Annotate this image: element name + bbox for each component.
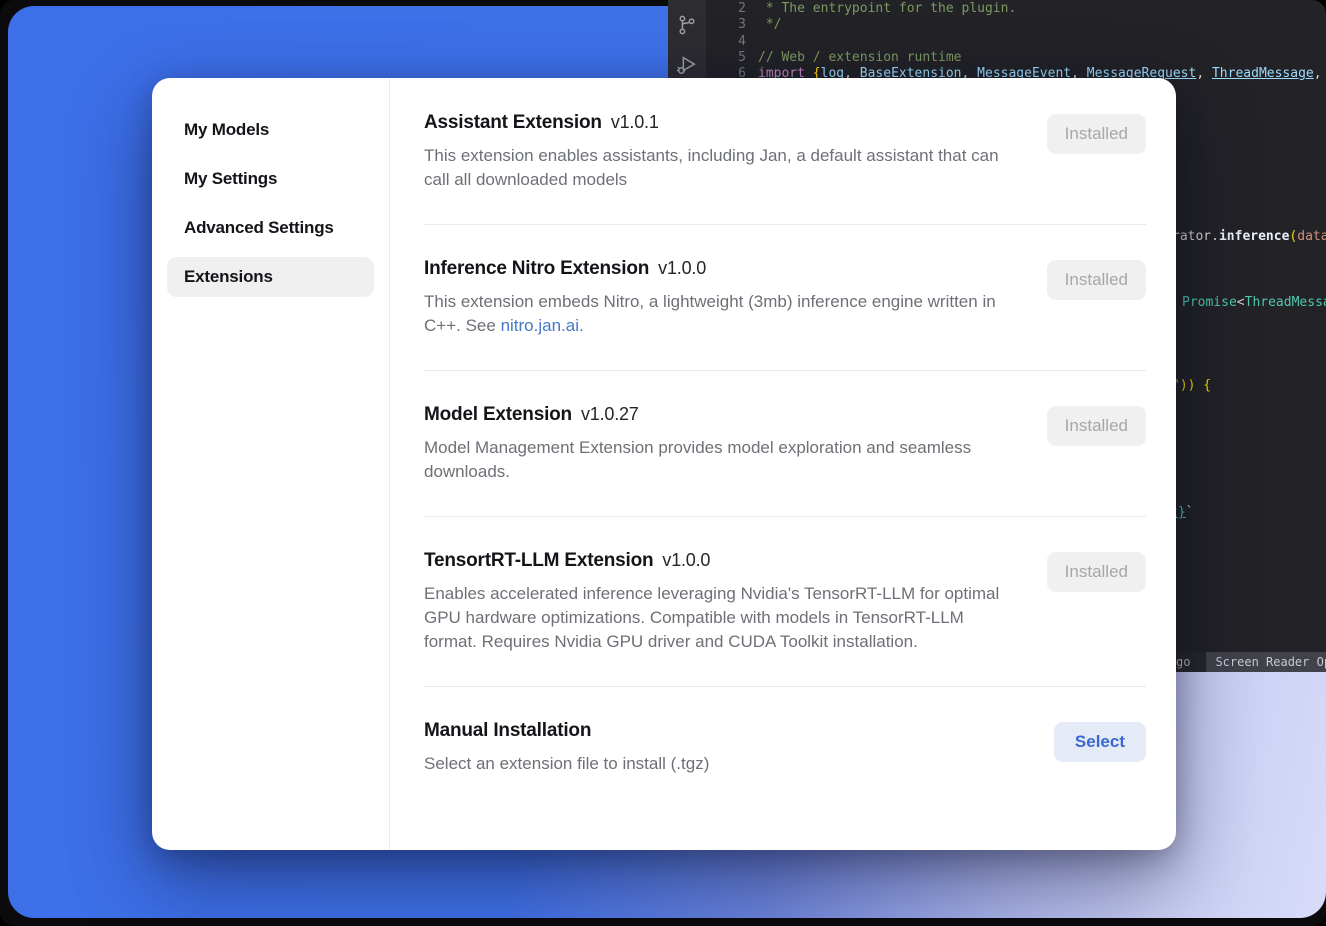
status-bar-left-text: go [1176, 655, 1190, 669]
sidebar-item-my-models[interactable]: My Models [167, 110, 374, 150]
manual-installation-title: Manual Installation [424, 720, 591, 741]
installed-badge: Installed [1047, 552, 1146, 592]
extension-version: v1.0.1 [611, 112, 659, 132]
extension-name: Inference Nitro Extension [424, 258, 649, 279]
extension-description: Model Management Extension provides mode… [424, 436, 1009, 484]
extension-version: v1.0.0 [658, 258, 706, 278]
nitro-jan-ai-link[interactable]: nitro.jan.ai. [501, 316, 584, 335]
extensions-list: Assistant Extension v1.0.1 This extension… [390, 78, 1176, 850]
extension-name: Assistant Extension [424, 112, 602, 133]
settings-modal: My Models My Settings Advanced Settings … [152, 78, 1176, 850]
settings-sidebar: My Models My Settings Advanced Settings … [152, 78, 390, 850]
installed-badge: Installed [1047, 406, 1146, 446]
manual-installation-description: Select an extension file to install (.tg… [424, 752, 709, 776]
source-control-icon[interactable] [676, 14, 698, 36]
extension-row-inference-nitro: Inference Nitro Extension v1.0.0 This ext… [424, 258, 1146, 371]
sidebar-item-my-settings[interactable]: My Settings [167, 159, 374, 199]
extension-description: This extension enables assistants, inclu… [424, 144, 1009, 192]
code-line-5: // Web / extension runtime [758, 50, 962, 66]
extension-row-assistant: Assistant Extension v1.0.1 This extension… [424, 112, 1146, 225]
code-fragment-inference: rator.inference(data)); [1172, 229, 1326, 245]
extension-row-model: Model Extension v1.0.27 Model Management … [424, 404, 1146, 517]
code-line-3: */ [758, 17, 781, 33]
select-extension-file-button[interactable]: Select [1054, 722, 1146, 762]
installed-badge: Installed [1047, 114, 1146, 154]
extension-description: This extension embeds Nitro, a lightweig… [424, 290, 1009, 338]
extension-name: Model Extension [424, 404, 572, 425]
extension-name: TensortRT-LLM Extension [424, 550, 653, 571]
extension-row-tensorrt-llm: TensortRT-LLM Extension v1.0.0 Enables ac… [424, 550, 1146, 687]
sidebar-item-extensions[interactable]: Extensions [167, 257, 374, 297]
run-debug-icon[interactable] [676, 54, 698, 76]
screen: 2 3 4 5 6 * The entrypoint for the plugi… [0, 0, 1326, 926]
line-number: 5 [720, 50, 746, 66]
extension-description: Enables accelerated inference leveraging… [424, 582, 1009, 654]
code-fragment-brace: ")) { [1172, 378, 1211, 394]
extension-version: v1.0.27 [581, 404, 639, 424]
code-line-2: * The entrypoint for the plugin. [758, 1, 1016, 17]
sidebar-item-advanced-settings[interactable]: Advanced Settings [167, 208, 374, 248]
code-fragment-promise: Promise<ThreadMessage> [1182, 295, 1326, 311]
screen-reader-optimized-badge[interactable]: Screen Reader Optimized [1206, 652, 1326, 672]
line-number: 4 [720, 34, 746, 50]
installed-badge: Installed [1047, 260, 1146, 300]
manual-installation-row: Manual Installation Select an extension … [424, 720, 1146, 808]
line-number: 2 [720, 1, 746, 17]
extension-version: v1.0.0 [662, 550, 710, 570]
line-number: 3 [720, 17, 746, 33]
